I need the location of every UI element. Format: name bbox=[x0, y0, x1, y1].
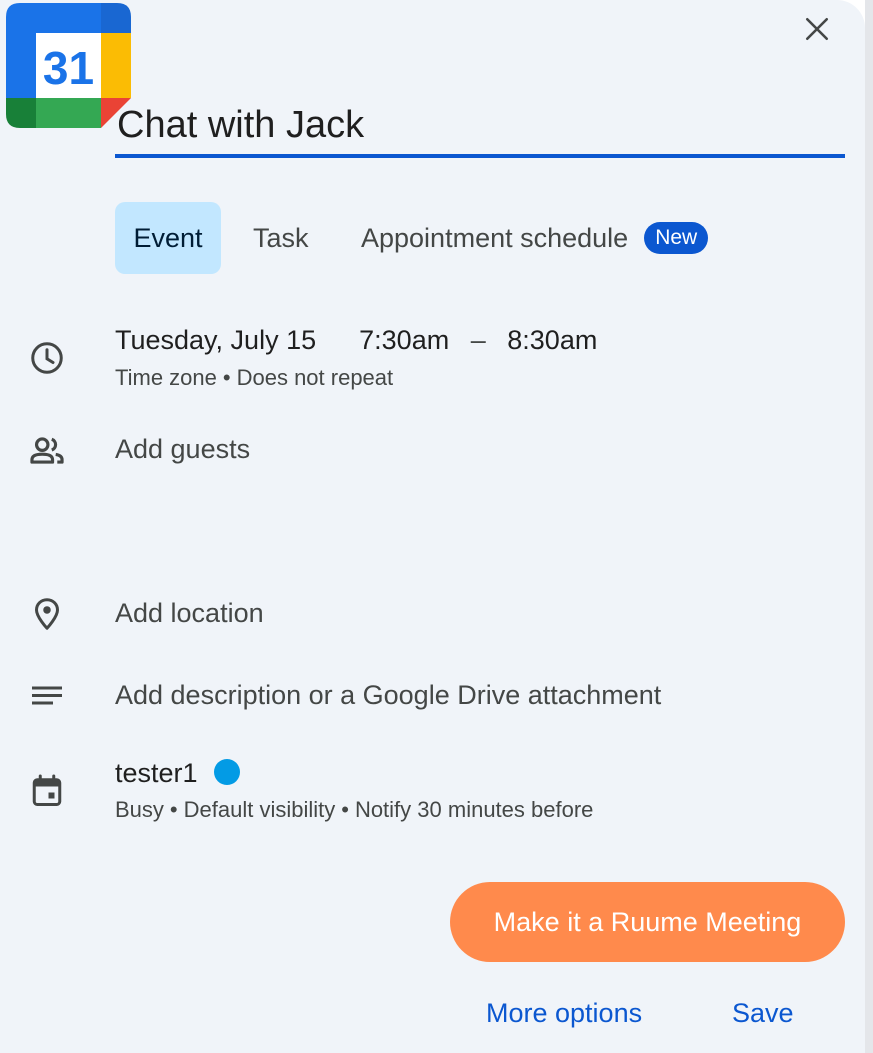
separator-dot: • bbox=[222, 365, 231, 390]
calendar-selector[interactable]: tester1 bbox=[115, 758, 240, 789]
calendar-icon-number: 31 bbox=[43, 42, 94, 94]
visibility-option[interactable]: Default visibility bbox=[184, 797, 336, 822]
event-title-input[interactable] bbox=[115, 96, 845, 158]
close-icon bbox=[805, 17, 829, 41]
ruume-meeting-button[interactable]: Make it a Ruume Meeting bbox=[450, 882, 845, 962]
google-calendar-icon: 31 bbox=[6, 3, 131, 128]
more-options-button[interactable]: More options bbox=[486, 998, 642, 1029]
tab-event[interactable]: Event bbox=[115, 202, 221, 274]
datetime-options: Time zone • Does not repeat bbox=[115, 365, 393, 391]
close-button[interactable] bbox=[796, 8, 838, 50]
tab-task[interactable]: Task bbox=[253, 202, 309, 274]
window-edge bbox=[865, 0, 873, 1053]
tab-appointment-schedule-label: Appointment schedule bbox=[361, 222, 629, 253]
datetime-line: Tuesday, July 15 7:30am – 8:30am bbox=[115, 325, 597, 356]
add-location-input[interactable]: Add location bbox=[115, 598, 264, 629]
event-dialog: 31 Event Task Appointment schedule New T… bbox=[0, 0, 865, 1053]
notes-icon bbox=[27, 677, 67, 717]
tab-task-label: Task bbox=[253, 222, 309, 253]
timezone-link[interactable]: Time zone bbox=[115, 365, 217, 390]
busy-status[interactable]: Busy bbox=[115, 797, 164, 822]
calendar-options: Busy • Default visibility • Notify 30 minute… bbox=[115, 797, 593, 823]
tab-appointment-schedule[interactable]: Appointment schedule New bbox=[361, 202, 709, 274]
clock-icon bbox=[27, 338, 67, 378]
repeat-link[interactable]: Does not repeat bbox=[237, 365, 394, 390]
people-icon bbox=[27, 431, 67, 471]
calendar-event-icon bbox=[27, 771, 67, 811]
calendar-color-dot bbox=[213, 758, 240, 785]
event-end-time[interactable]: 8:30am bbox=[507, 325, 597, 355]
calendar-name: tester1 bbox=[115, 758, 198, 788]
location-pin-icon bbox=[27, 594, 67, 634]
time-separator: – bbox=[470, 325, 486, 355]
tab-event-label: Event bbox=[133, 222, 203, 253]
add-description-input[interactable]: Add description or a Google Drive attach… bbox=[115, 680, 661, 711]
new-badge: New bbox=[644, 222, 709, 254]
add-guests-input[interactable]: Add guests bbox=[115, 434, 250, 465]
notification-option[interactable]: Notify 30 minutes before bbox=[355, 797, 593, 822]
ruume-meeting-label: Make it a Ruume Meeting bbox=[493, 906, 802, 937]
save-button[interactable]: Save bbox=[732, 998, 794, 1029]
event-date[interactable]: Tuesday, July 15 bbox=[115, 325, 316, 355]
separator-dot: • bbox=[169, 797, 178, 822]
separator-dot: • bbox=[341, 797, 349, 822]
event-start-time[interactable]: 7:30am bbox=[359, 325, 449, 355]
